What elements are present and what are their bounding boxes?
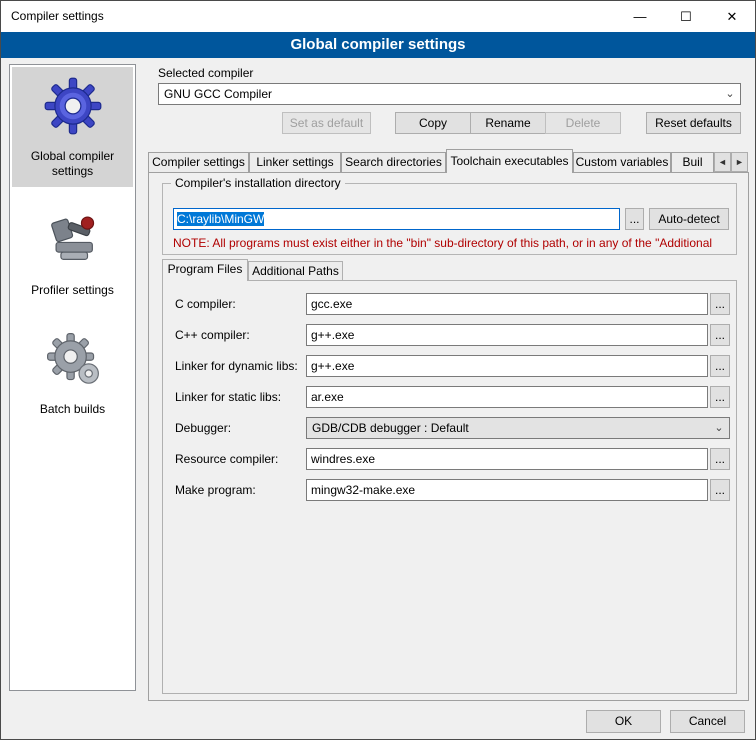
auto-detect-button[interactable]: Auto-detect xyxy=(649,208,729,230)
sidebar-item-label: Profiler settings xyxy=(14,283,131,298)
tab-custom-variables[interactable]: Custom variables xyxy=(573,152,671,172)
subtab-program-files[interactable]: Program Files xyxy=(162,259,248,281)
c-compiler-label: C compiler: xyxy=(175,293,236,315)
cpp-compiler-input[interactable] xyxy=(306,324,708,346)
static-linker-browse-button[interactable]: ... xyxy=(710,386,730,408)
window-title: Compiler settings xyxy=(11,1,104,32)
dialog-header: Global compiler settings xyxy=(1,32,755,58)
subtab-additional-paths[interactable]: Additional Paths xyxy=(248,261,343,281)
tab-compiler-settings[interactable]: Compiler settings xyxy=(148,152,249,172)
maximize-button[interactable]: ☐ xyxy=(663,1,709,32)
copy-button[interactable]: Copy xyxy=(395,112,471,134)
c-compiler-input[interactable] xyxy=(306,293,708,315)
selected-compiler-value: GNU GCC Compiler xyxy=(164,87,272,101)
installation-directory-group: Compiler's installation directory C:\ray… xyxy=(162,183,737,255)
toolchain-panel: Compiler's installation directory C:\ray… xyxy=(148,172,749,701)
ok-button[interactable]: OK xyxy=(586,710,661,733)
tab-toolchain-executables[interactable]: Toolchain executables xyxy=(446,149,573,173)
program-files-panel: C compiler: ... C++ compiler: ... Linker… xyxy=(162,280,737,694)
tab-search-directories[interactable]: Search directories xyxy=(341,152,446,172)
reset-defaults-button[interactable]: Reset defaults xyxy=(646,112,741,134)
installation-directory-title: Compiler's installation directory xyxy=(171,176,345,190)
installation-note: NOTE: All programs must exist either in … xyxy=(173,236,729,250)
close-button[interactable]: ✕ xyxy=(709,1,755,32)
set-as-default-button[interactable]: Set as default xyxy=(282,112,371,134)
selected-compiler-label: Selected compiler xyxy=(158,66,253,80)
resource-compiler-input[interactable] xyxy=(306,448,708,470)
make-program-browse-button[interactable]: ... xyxy=(710,479,730,501)
cpp-compiler-browse-button[interactable]: ... xyxy=(710,324,730,346)
make-program-input[interactable] xyxy=(306,479,708,501)
sidebar-item-global-compiler-settings[interactable]: Global compiler settings xyxy=(12,67,133,187)
dynamic-linker-input[interactable] xyxy=(306,355,708,377)
sidebar-item-batch-builds[interactable]: Batch builds xyxy=(12,320,133,425)
chevron-down-icon: ⌄ xyxy=(721,85,739,103)
tab-scroll-left-button[interactable]: ◄ xyxy=(714,152,731,172)
cancel-button[interactable]: Cancel xyxy=(670,710,745,733)
minimize-button[interactable]: — xyxy=(617,1,663,32)
sidebar-item-label: Batch builds xyxy=(14,402,131,417)
titlebar: Compiler settings — ☐ ✕ xyxy=(1,1,755,32)
resource-compiler-label: Resource compiler: xyxy=(175,448,278,470)
tab-scroll-right-button[interactable]: ► xyxy=(731,152,748,172)
debugger-value: GDB/CDB debugger : Default xyxy=(312,421,469,435)
installation-directory-browse-button[interactable]: ... xyxy=(625,208,644,230)
installation-directory-value: C:\raylib\MinGW xyxy=(177,212,264,226)
resource-compiler-browse-button[interactable]: ... xyxy=(710,448,730,470)
make-program-label: Make program: xyxy=(175,479,256,501)
sidebar-item-profiler-settings[interactable]: Profiler settings xyxy=(12,201,133,306)
debugger-label: Debugger: xyxy=(175,417,231,439)
selected-compiler-dropdown[interactable]: GNU GCC Compiler ⌄ xyxy=(158,83,741,105)
settings-sidebar: Global compiler settings Profiler settin… xyxy=(9,64,136,691)
gear-icon xyxy=(44,77,102,135)
batch-builds-icon xyxy=(44,330,102,388)
installation-directory-input[interactable]: C:\raylib\MinGW xyxy=(173,208,620,230)
tab-build-options-clipped[interactable]: Buil xyxy=(671,152,714,172)
profiler-icon xyxy=(44,211,102,269)
c-compiler-browse-button[interactable]: ... xyxy=(710,293,730,315)
sidebar-item-label: Global compiler settings xyxy=(14,149,131,179)
compiler-settings-window: Compiler settings — ☐ ✕ Global compiler … xyxy=(0,0,756,740)
rename-button[interactable]: Rename xyxy=(470,112,546,134)
debugger-dropdown[interactable]: GDB/CDB debugger : Default ⌄ xyxy=(306,417,730,439)
chevron-down-icon: ⌄ xyxy=(710,419,728,437)
tab-linker-settings[interactable]: Linker settings xyxy=(249,152,341,172)
dynamic-linker-browse-button[interactable]: ... xyxy=(710,355,730,377)
static-linker-label: Linker for static libs: xyxy=(175,386,281,408)
delete-button[interactable]: Delete xyxy=(545,112,621,134)
cpp-compiler-label: C++ compiler: xyxy=(175,324,250,346)
static-linker-input[interactable] xyxy=(306,386,708,408)
dynamic-linker-label: Linker for dynamic libs: xyxy=(175,355,298,377)
